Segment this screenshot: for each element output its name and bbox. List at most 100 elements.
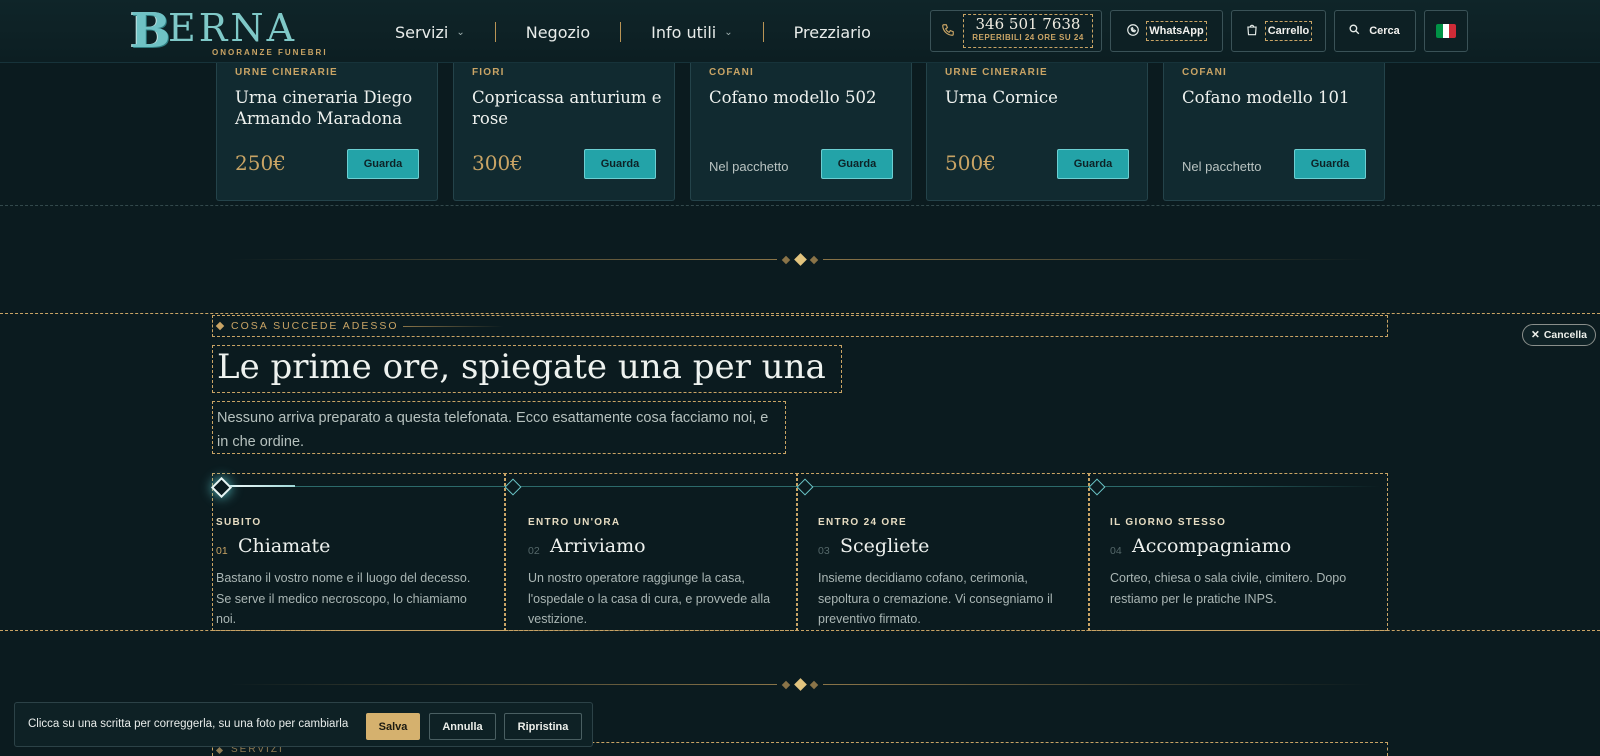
step-when: ENTRO UN'ORA	[528, 517, 621, 528]
eyebrow-diamond	[215, 746, 224, 755]
chevron-down-icon: ⌄	[724, 26, 733, 38]
view-button[interactable]: Guarda	[1294, 149, 1366, 179]
eyebrow-diamond	[215, 321, 225, 331]
step-when: SUBITO	[216, 517, 262, 528]
product-title: Cofano modello 101	[1182, 88, 1350, 107]
whatsapp-icon	[1126, 23, 1140, 40]
divider-line	[823, 259, 1370, 260]
cart-button[interactable]: Carrello	[1231, 10, 1326, 52]
cancel-edit-button[interactable]: ✕ Cancella	[1522, 324, 1597, 346]
step-card[interactable]: SUBITO 01 Chiamate Bastano il vostro nom…	[210, 473, 506, 631]
nav-label: Info utili	[651, 22, 717, 42]
product-title: Urna Cornice	[945, 88, 1058, 107]
product-title: Copricassa anturium e rose	[472, 88, 662, 128]
step-card[interactable]: ENTRO 24 ORE 03 Scegliete Insieme decidi…	[796, 473, 1090, 631]
step-description: Corteo, chiesa o sala civile, cimitero. …	[1110, 571, 1347, 606]
whatsapp-label: WhatsApp	[1146, 21, 1207, 41]
product-title: Urna cineraria Diego Armando Maradona	[235, 88, 413, 128]
view-button[interactable]: Guarda	[821, 149, 893, 179]
product-note: Nel pacchetto	[1182, 159, 1262, 174]
product-card[interactable]: URNE CINERARIE Urna Cornice 500€ Guarda	[926, 59, 1148, 201]
logo-subtitle: ONORANZE FUNEBRI	[212, 48, 328, 57]
logo-wordmark: ERNA	[168, 6, 298, 50]
product-card[interactable]: COFANI Cofano modello 502 Nel pacchetto …	[690, 59, 912, 201]
main-nav: Servizi ⌄ Negozio Info utili ⌄ Prezziari…	[395, 20, 871, 44]
product-strip: URNE CINERARIE Urna cineraria Diego Arma…	[0, 59, 1600, 206]
eyebrow-text: COSA SUCCEDE ADESSO	[231, 320, 399, 332]
phone-number: 346 501 7638	[975, 15, 1081, 33]
product-title: Cofano modello 502	[709, 88, 877, 107]
steps-timeline: SUBITO 01 Chiamate Bastano il vostro nom…	[210, 473, 1388, 631]
step-description: Insieme decidiamo cofano, cerimonia, sep…	[818, 571, 1053, 626]
nav-label: Negozio	[525, 22, 591, 42]
product-price: 500€	[945, 151, 996, 175]
ornament-divider	[230, 253, 1370, 266]
site-header: B ERNA ONORANZE FUNEBRI Servizi ⌄ Negozi…	[0, 0, 1600, 63]
step-number: 04	[1110, 545, 1122, 557]
product-card[interactable]: COFANI Cofano modello 101 Nel pacchetto …	[1163, 59, 1385, 201]
edit-toolbar: Clicca su una scritta per correggerla, s…	[14, 702, 593, 747]
search-icon	[1348, 23, 1361, 39]
search-button[interactable]: Cerca	[1334, 10, 1416, 52]
ornament-divider	[230, 678, 1370, 691]
save-button[interactable]: Salva	[366, 713, 420, 740]
lead-text: Nessuno arriva preparato a questa telefo…	[217, 410, 769, 450]
divider-dot	[781, 255, 791, 265]
italy-flag-icon	[1436, 24, 1456, 38]
product-category: COFANI	[1182, 67, 1227, 78]
nav-separator	[762, 22, 764, 42]
step-description: Un nostro operatore raggiunge la casa, l…	[528, 571, 771, 626]
cancel-button[interactable]: Annulla	[429, 713, 496, 740]
section-headline[interactable]: Le prime ore, spiegate una per una	[212, 345, 842, 393]
view-button[interactable]: Guarda	[347, 149, 419, 179]
next-steps-section: COSA SUCCEDE ADESSO ✕ Cancella Le prime …	[0, 313, 1600, 631]
reset-button[interactable]: Ripristina	[504, 713, 582, 740]
section-lead[interactable]: Nessuno arriva preparato a questa telefo…	[212, 401, 786, 454]
nav-separator	[494, 22, 496, 42]
step-title: Chiamate	[238, 535, 331, 557]
divider-dot	[781, 680, 791, 690]
step-description: Bastano il vostro nome e il luogo del de…	[216, 571, 471, 626]
nav-negozio[interactable]: Negozio	[526, 23, 590, 42]
product-note: Nel pacchetto	[709, 159, 789, 174]
divider-dot	[809, 680, 819, 690]
nav-label: Prezziario	[793, 22, 871, 42]
phone-icon	[941, 23, 955, 40]
logo[interactable]: B ERNA ONORANZE FUNEBRI	[130, 6, 350, 57]
step-node-icon	[796, 478, 814, 496]
phone-button[interactable]: 346 501 7638 REPERIBILI 24 ORE SU 24	[930, 10, 1102, 52]
cart-icon	[1245, 23, 1259, 40]
product-category: FIORI	[472, 67, 505, 78]
product-price: 300€	[472, 151, 523, 175]
nav-servizi[interactable]: Servizi ⌄	[395, 23, 465, 42]
product-card[interactable]: URNE CINERARIE Urna cineraria Diego Arma…	[216, 59, 438, 201]
view-button[interactable]: Guarda	[584, 149, 656, 179]
product-category: COFANI	[709, 67, 754, 78]
divider-line	[823, 684, 1370, 685]
step-number: 01	[216, 545, 228, 557]
step-node-icon	[504, 478, 522, 496]
whatsapp-button[interactable]: WhatsApp	[1110, 10, 1223, 52]
divider-diamond	[794, 678, 807, 691]
product-card[interactable]: FIORI Copricassa anturium e rose 300€ Gu…	[453, 59, 675, 201]
divider-dot	[809, 255, 819, 265]
nav-prezziario[interactable]: Prezziario	[794, 23, 871, 42]
nav-info-utili[interactable]: Info utili ⌄	[651, 23, 733, 42]
step-title: Arriviamo	[550, 535, 646, 557]
step-card[interactable]: IL GIORNO STESSO 04 Accompagniamo Corteo…	[1088, 473, 1388, 631]
eyebrow-line	[403, 326, 503, 327]
search-label: Cerca	[1369, 25, 1400, 37]
step-card[interactable]: ENTRO UN'ORA 02 Arriviamo Un nostro oper…	[504, 473, 798, 631]
phone-text: 346 501 7638 REPERIBILI 24 ORE SU 24	[963, 14, 1093, 48]
nav-label: Servizi	[395, 22, 449, 42]
step-title: Accompagniamo	[1132, 535, 1292, 557]
headline-text: Le prime ore, spiegate una per una	[217, 347, 826, 387]
chevron-down-icon: ⌄	[456, 26, 465, 38]
language-selector[interactable]	[1424, 10, 1468, 52]
view-button[interactable]: Guarda	[1057, 149, 1129, 179]
close-icon: ✕	[1531, 329, 1540, 341]
section-eyebrow[interactable]: COSA SUCCEDE ADESSO	[212, 315, 1388, 337]
phone-availability: REPERIBILI 24 ORE SU 24	[972, 33, 1084, 42]
divider-line	[230, 259, 777, 260]
product-category: URNE CINERARIE	[945, 67, 1048, 78]
